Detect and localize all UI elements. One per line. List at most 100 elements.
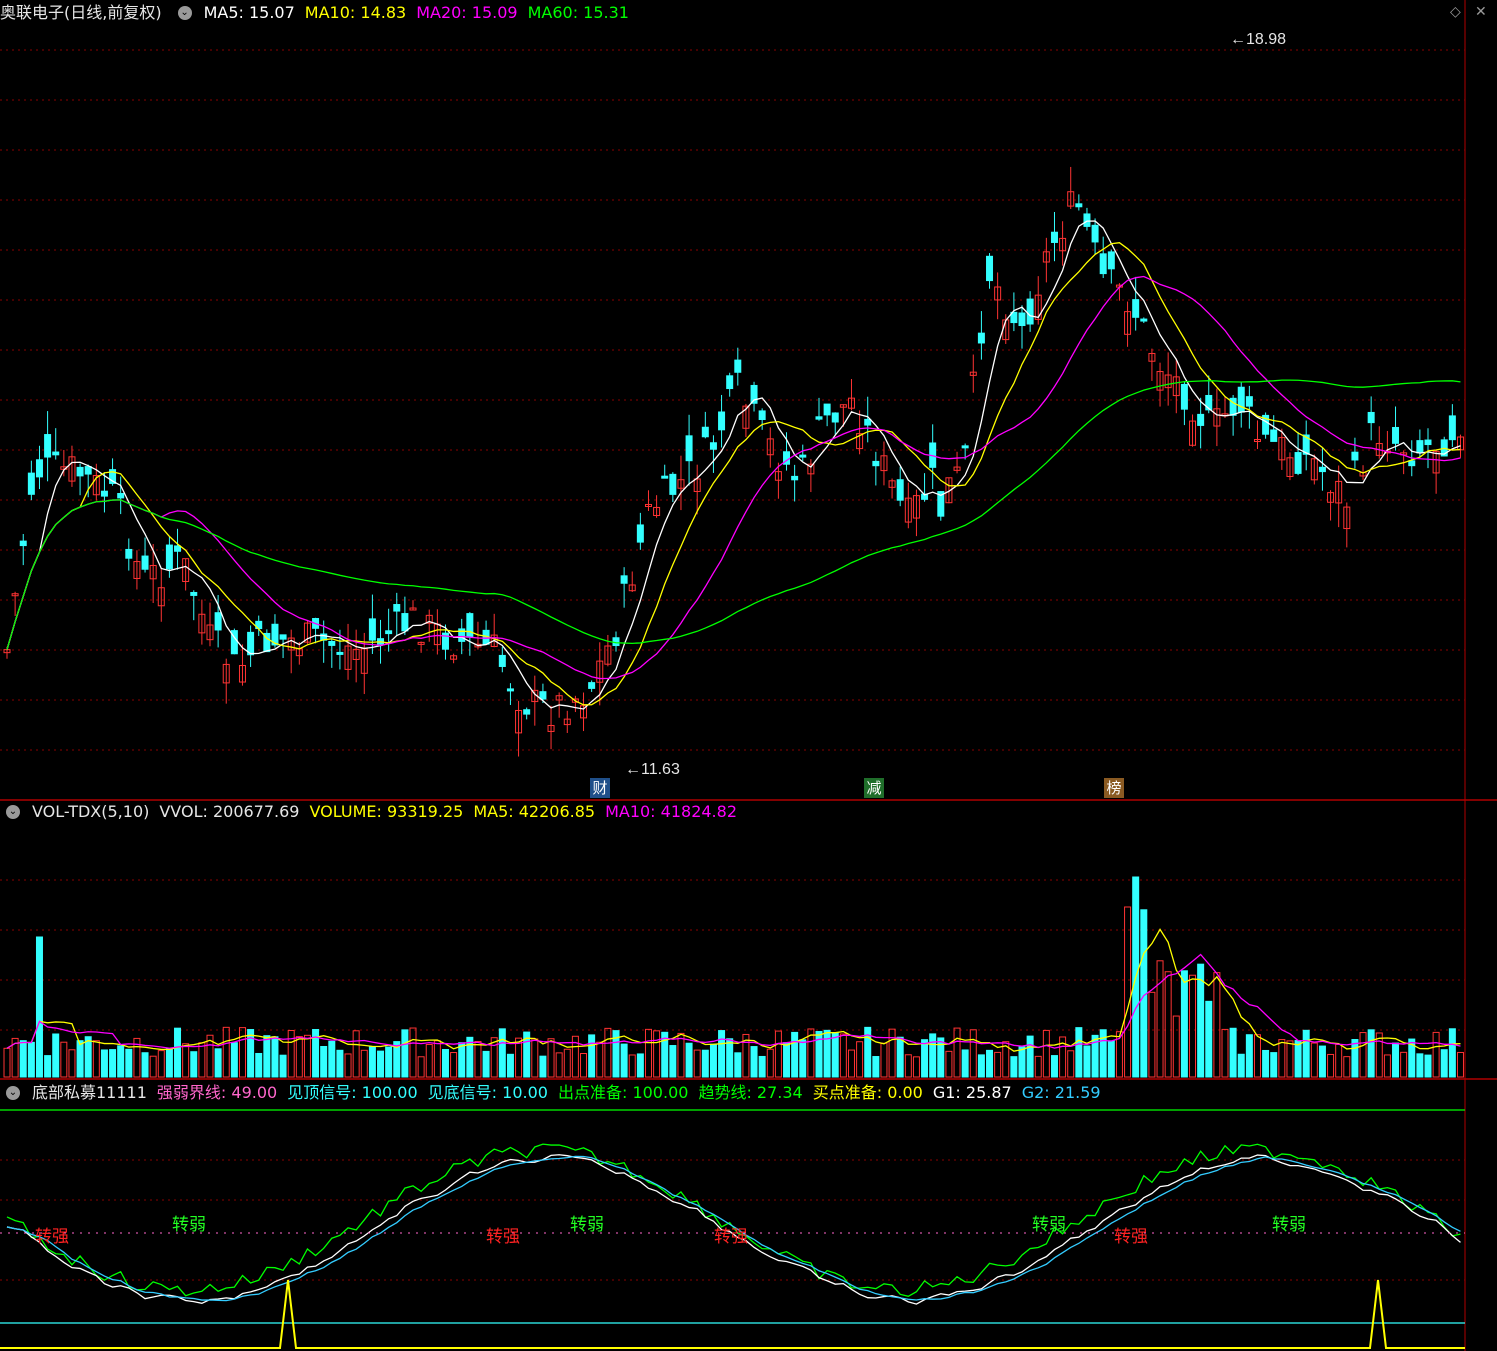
vol-ma5-label: MA5: 42206.85 — [473, 802, 596, 821]
candle-body — [896, 479, 904, 501]
volume-bar — [417, 1056, 425, 1078]
volume-bar — [1456, 1051, 1464, 1078]
volume-bar — [1229, 1027, 1237, 1078]
volume-bar — [823, 1029, 831, 1078]
volume-bar — [271, 1036, 279, 1078]
candle-body — [190, 591, 198, 596]
volume-bar — [1448, 1028, 1456, 1078]
volume-bar — [912, 1056, 920, 1078]
indicator-name[interactable]: 底部私募11111 — [32, 1081, 147, 1105]
candle-body — [174, 545, 182, 552]
ma20-label: MA20: 15.09 — [416, 3, 518, 22]
candle-body — [1448, 415, 1456, 441]
candle-body — [328, 640, 336, 646]
volume-bar — [247, 1029, 255, 1078]
volume-bar — [1221, 1028, 1229, 1078]
candle-body — [84, 466, 92, 475]
chart-stage[interactable]: ←18.98 ←11.63 转强 转弱 转强 转弱 转强 转弱 转强 转弱 奥联电子(日线,前复权… — [0, 0, 1497, 1351]
volume-bar — [1367, 1029, 1375, 1078]
volume-indicator-name[interactable]: VOL-TDX(5,10) — [32, 800, 149, 824]
volume-bar — [441, 1049, 449, 1078]
volume-bar — [847, 1049, 855, 1078]
candle-body — [1237, 386, 1245, 413]
candle-body — [864, 418, 872, 426]
volume-bar — [734, 1052, 742, 1078]
volume-bar — [1359, 1032, 1367, 1078]
volume-bar — [466, 1036, 474, 1078]
marker-reduce[interactable]: 减 — [864, 778, 884, 798]
stock-title[interactable]: 奥联电子(日线,前复权) — [0, 1, 162, 25]
ma5-label: MA5: 15.07 — [203, 3, 295, 22]
candle-body — [393, 604, 401, 612]
indicator-panel-header: ⌄ 底部私募11111 强弱界线: 49.00 见顶信号: 100.00 见底信… — [0, 1081, 1101, 1105]
candle-body — [685, 435, 693, 462]
volume-bar — [174, 1027, 182, 1078]
volume-bar — [425, 1043, 433, 1078]
ma60-label: MA60: 15.31 — [527, 3, 629, 22]
candle-body — [336, 651, 344, 655]
volume-bar — [1392, 1042, 1400, 1078]
candle-body — [831, 412, 839, 423]
candle-body — [701, 426, 709, 438]
volume-bar — [1278, 1039, 1286, 1078]
dropdown-icon[interactable]: ⌄ — [177, 6, 192, 20]
volume-bar — [628, 1054, 636, 1078]
candle-body — [1099, 253, 1107, 275]
volume-bar — [149, 1055, 157, 1078]
volume-bar — [799, 1039, 807, 1078]
volume-bar — [1067, 1050, 1075, 1078]
ma5-line — [6, 220, 1461, 710]
candle-body — [523, 709, 531, 715]
candle-body — [52, 451, 60, 456]
volume-bar — [783, 1042, 791, 1078]
dropdown-icon[interactable]: ⌄ — [6, 805, 20, 819]
turn-strong-label: 转强 — [486, 1227, 520, 1247]
volume-bar — [1375, 1032, 1383, 1078]
volume-label: VOLUME: 93319.25 — [309, 802, 464, 821]
volume-bar — [1343, 1056, 1351, 1078]
candle-body — [726, 375, 734, 390]
volume-bar — [1400, 1051, 1408, 1078]
close-icon[interactable]: ✕ — [1475, 4, 1487, 20]
volume-bar — [1189, 974, 1197, 1078]
volume-bar — [953, 1027, 961, 1078]
volume-bar — [1262, 1049, 1270, 1078]
marker-finance[interactable]: 财 — [590, 778, 610, 798]
volume-bar — [3, 1047, 11, 1078]
candle-body — [279, 634, 287, 640]
ma20-line — [6, 275, 1461, 680]
volume-bar — [1245, 1034, 1253, 1078]
volume-bar — [1302, 1029, 1310, 1078]
stock-chart-canvas[interactable]: ←18.98 ←11.63 转强 转弱转强 转弱转强 转弱转强 转弱 — [0, 0, 1497, 1351]
volume-bar — [182, 1043, 190, 1078]
top-signal-label: 见顶信号: 100.00 — [287, 1083, 418, 1102]
volume-bar — [596, 1041, 604, 1078]
volume-bar — [328, 1040, 336, 1078]
dropdown-icon[interactable]: ⌄ — [6, 1086, 20, 1100]
volume-bar — [320, 1046, 328, 1078]
candle-body — [791, 475, 799, 481]
turn-strong-label: 转强 — [714, 1227, 748, 1247]
volume-bar — [433, 1040, 441, 1078]
volume-bar — [580, 1053, 588, 1078]
volume-bar — [498, 1028, 506, 1078]
candle-body — [1392, 426, 1400, 444]
candle-body — [1351, 451, 1359, 461]
candle-body — [539, 691, 547, 700]
volume-bar — [92, 1040, 100, 1078]
volume-bar — [669, 1045, 677, 1078]
volume-bar — [44, 1055, 52, 1078]
vvol-label: VVOL: 200677.69 — [159, 802, 300, 821]
volume-bar — [198, 1042, 206, 1078]
marker-ranking[interactable]: 榜 — [1104, 778, 1124, 798]
volume-bar — [1383, 1054, 1391, 1078]
candle-body — [76, 466, 84, 477]
vol-ma10-label: MA10: 41824.82 — [605, 802, 737, 821]
volume-bar — [888, 1028, 896, 1078]
g1-label: G1: 25.87 — [932, 1083, 1012, 1102]
diamond-icon[interactable]: ◇ — [1450, 4, 1461, 20]
strong-weak-line-label: 强弱界线: 49.00 — [156, 1083, 278, 1102]
volume-bar — [84, 1036, 92, 1078]
candle-body — [19, 540, 27, 547]
volume-bar — [856, 1041, 864, 1078]
